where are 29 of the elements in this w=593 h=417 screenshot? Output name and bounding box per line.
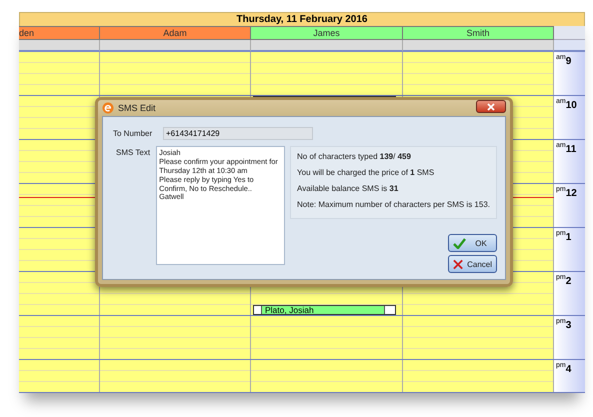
check-icon (453, 238, 466, 248)
close-icon (487, 102, 495, 110)
all-day-cell[interactable] (100, 40, 251, 52)
all-day-cell[interactable] (251, 40, 403, 52)
staff-header[interactable]: James (251, 26, 403, 40)
staff-header[interactable]: Smith (403, 26, 554, 40)
info-text: No of characters typed 139/ 459 (297, 152, 412, 161)
staff-header[interactable]: den (19, 26, 100, 40)
day-column[interactable] (19, 96, 100, 139)
all-day-cell[interactable] (19, 40, 100, 52)
info-text: You will be charged the price of 1 SMS (297, 168, 436, 177)
day-column[interactable] (19, 272, 100, 315)
to-number-field[interactable]: +61434171429 (163, 127, 313, 140)
info-text: Note: Maximum number of characters per SMS is 153. (297, 200, 490, 209)
cancel-button[interactable]: Cancel (448, 255, 497, 273)
close-icon (453, 258, 464, 270)
field-label: SMS Text (115, 147, 152, 157)
header-corner-cell (554, 40, 585, 52)
date-header: Thursday, 11 February 2016 (19, 12, 585, 26)
staff-header[interactable]: Adam (100, 26, 251, 40)
header-corner-cell (554, 26, 585, 40)
app-icon (102, 102, 114, 114)
field-label: To Number (112, 129, 154, 138)
info-text: Available balance SMS is 31 (297, 184, 400, 193)
ok-button[interactable]: OK (448, 234, 497, 252)
dialog-title: SMS Edit (118, 103, 156, 113)
appointment[interactable]: Plato, Josiah (253, 305, 396, 315)
all-day-cell[interactable] (403, 40, 554, 52)
close-button[interactable] (476, 100, 506, 113)
